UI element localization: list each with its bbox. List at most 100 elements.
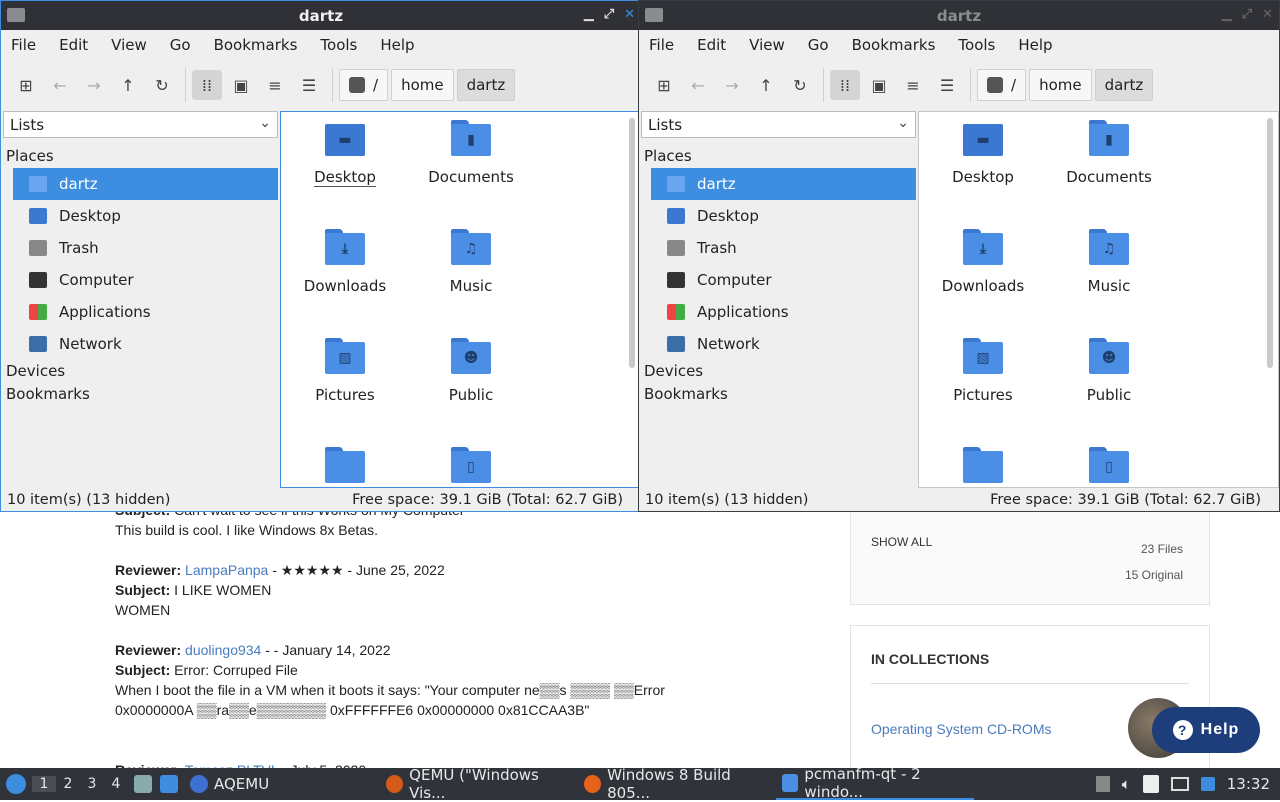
sidebar-item-computer[interactable]: Computer (13, 264, 278, 296)
places-heading[interactable]: Places (3, 145, 278, 168)
menu-help[interactable]: Help (1018, 36, 1052, 54)
file-item-downloads[interactable]: ⤓ Downloads (285, 229, 405, 295)
up-icon[interactable]: ↑ (113, 70, 143, 100)
path-root-button[interactable]: / (339, 69, 389, 101)
forward-icon[interactable]: → (717, 70, 747, 100)
network-monitor-icon[interactable] (1170, 777, 1189, 791)
sidebar-item-network[interactable]: Network (651, 328, 916, 360)
task-firefox[interactable]: Windows 8 Build 805... (578, 766, 776, 802)
menu-tools[interactable]: Tools (958, 36, 995, 54)
reviewer-link[interactable]: duolingo934 (185, 642, 261, 658)
places-heading[interactable]: Places (641, 145, 916, 168)
task-aqemu[interactable]: AQEMU (184, 768, 380, 800)
file-item[interactable] (285, 447, 405, 483)
icon-view-icon[interactable]: ⁞⁞ (192, 70, 222, 100)
volume-icon[interactable]: 🔈︎ (1122, 775, 1131, 793)
sidebar-item-desktop[interactable]: Desktop (13, 200, 278, 232)
side-pane-mode-select[interactable]: Lists ⌄ (3, 111, 278, 138)
file-manager-launcher-icon[interactable] (134, 775, 152, 793)
tray-arrow-icon[interactable] (1095, 776, 1110, 792)
menu-help[interactable]: Help (380, 36, 414, 54)
close-icon[interactable]: ✕ (1262, 7, 1273, 22)
reload-icon[interactable]: ↻ (147, 70, 177, 100)
sidebar-item-applications[interactable]: Applications (13, 296, 278, 328)
notification-icon[interactable] (1200, 777, 1215, 791)
forward-icon[interactable]: → (79, 70, 109, 100)
file-item-documents[interactable]: ▮ Documents (411, 120, 531, 186)
side-pane-mode-select[interactable]: Lists ⌄ (641, 111, 916, 138)
path-root-button[interactable]: / (977, 69, 1027, 101)
menu-file[interactable]: File (649, 36, 674, 54)
start-menu-button[interactable] (0, 768, 32, 800)
file-item-documents[interactable]: ▮ Documents (1049, 120, 1169, 186)
file-item-music[interactable]: ♫ Music (411, 229, 531, 295)
path-dartz-button[interactable]: dartz (456, 69, 516, 101)
detailed-list-icon[interactable]: ☰ (294, 70, 324, 100)
show-all-link[interactable]: SHOW ALL (871, 535, 932, 549)
sidebar-item-desktop[interactable]: Desktop (651, 200, 916, 232)
detailed-list-icon[interactable]: ☰ (932, 70, 962, 100)
path-dartz-button[interactable]: dartz (1094, 69, 1154, 101)
bookmarks-heading[interactable]: Bookmarks (641, 383, 916, 406)
file-item[interactable]: ▯ (411, 447, 531, 483)
maximize-icon[interactable]: ⤢ (604, 7, 614, 22)
menu-tools[interactable]: Tools (320, 36, 357, 54)
sidebar-item-computer[interactable]: Computer (651, 264, 916, 296)
compact-view-icon[interactable]: ≡ (260, 70, 290, 100)
workspace-1[interactable]: 1 (32, 776, 56, 792)
menu-go[interactable]: Go (808, 36, 829, 54)
file-item-downloads[interactable]: ⤓ Downloads (923, 229, 1043, 295)
menu-view[interactable]: View (111, 36, 147, 54)
icon-view-icon[interactable]: ⁞⁞ (830, 70, 860, 100)
task-pcmanfm[interactable]: pcmanfm-qt - 2 windo... (776, 765, 974, 801)
back-icon[interactable]: ← (683, 70, 713, 100)
close-icon[interactable]: ✕ (624, 7, 635, 22)
menu-edit[interactable]: Edit (59, 36, 88, 54)
file-item-music[interactable]: ♫ Music (1049, 229, 1169, 295)
thumbnail-view-icon[interactable]: ▣ (864, 70, 894, 100)
file-item-desktop[interactable]: ▬ Desktop (285, 120, 405, 187)
menu-go[interactable]: Go (170, 36, 191, 54)
file-item-pictures[interactable]: ▨ Pictures (285, 338, 405, 404)
sidebar-item-trash[interactable]: Trash (13, 232, 278, 264)
minimize-icon[interactable]: ▁ (1222, 7, 1232, 22)
show-desktop-icon[interactable] (160, 775, 178, 793)
compact-view-icon[interactable]: ≡ (898, 70, 928, 100)
file-item-public[interactable]: ☻ Public (411, 338, 531, 404)
workspace-4[interactable]: 4 (104, 776, 128, 792)
menu-view[interactable]: View (749, 36, 785, 54)
workspace-2[interactable]: 2 (56, 776, 80, 792)
collection-link[interactable]: Operating System CD-ROMs (871, 721, 1051, 737)
file-item[interactable] (923, 447, 1043, 483)
file-item-desktop[interactable]: ▬ Desktop (923, 120, 1043, 186)
bookmarks-heading[interactable]: Bookmarks (3, 383, 278, 406)
workspace-3[interactable]: 3 (80, 776, 104, 792)
clipboard-icon[interactable] (1142, 775, 1159, 793)
help-button[interactable]: ? Help (1152, 707, 1260, 753)
new-tab-icon[interactable]: ⊞ (11, 70, 41, 100)
minimize-icon[interactable]: ▁ (584, 7, 594, 22)
back-icon[interactable]: ← (45, 70, 75, 100)
scrollbar[interactable] (629, 118, 635, 368)
title-bar[interactable]: dartz ▁ ⤢ ✕ (1, 1, 641, 30)
task-qemu[interactable]: QEMU ("Windows Vis... (380, 766, 578, 802)
sidebar-item-applications[interactable]: Applications (651, 296, 916, 328)
clock[interactable]: 13:32 (1227, 775, 1270, 793)
devices-heading[interactable]: Devices (3, 360, 278, 383)
path-home-button[interactable]: home (1029, 69, 1092, 101)
menu-file[interactable]: File (11, 36, 36, 54)
reload-icon[interactable]: ↻ (785, 70, 815, 100)
sidebar-item-dartz[interactable]: dartz (651, 168, 916, 200)
menu-bookmarks[interactable]: Bookmarks (852, 36, 936, 54)
sidebar-item-trash[interactable]: Trash (651, 232, 916, 264)
sidebar-item-dartz[interactable]: dartz (13, 168, 278, 200)
path-home-button[interactable]: home (391, 69, 454, 101)
maximize-icon[interactable]: ⤢ (1242, 7, 1252, 22)
thumbnail-view-icon[interactable]: ▣ (226, 70, 256, 100)
file-item[interactable]: ▯ (1049, 447, 1169, 483)
up-icon[interactable]: ↑ (751, 70, 781, 100)
title-bar[interactable]: dartz ▁ ⤢ ✕ (639, 1, 1279, 30)
menu-edit[interactable]: Edit (697, 36, 726, 54)
devices-heading[interactable]: Devices (641, 360, 916, 383)
scrollbar[interactable] (1267, 118, 1273, 368)
